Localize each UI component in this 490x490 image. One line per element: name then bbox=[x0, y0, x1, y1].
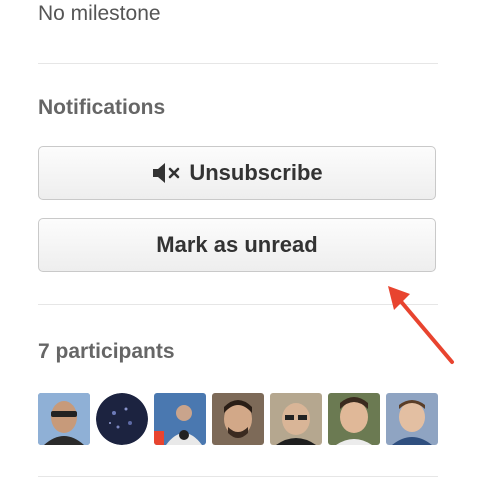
participant-avatar[interactable] bbox=[386, 393, 438, 445]
milestone-value: No milestone bbox=[38, 2, 161, 25]
divider bbox=[38, 476, 438, 477]
participant-avatar[interactable] bbox=[328, 393, 380, 445]
participants-avatars bbox=[38, 393, 438, 445]
issue-sidebar: No milestone Notifications Unsubscribe M… bbox=[0, 0, 490, 490]
annotation-arrow-icon bbox=[380, 280, 460, 375]
notifications-heading: Notifications bbox=[38, 96, 166, 119]
participants-heading: 7 participants bbox=[38, 340, 175, 363]
unsubscribe-label: Unsubscribe bbox=[189, 160, 323, 185]
participant-avatar[interactable] bbox=[154, 393, 206, 445]
participant-avatar[interactable] bbox=[38, 393, 90, 445]
mark-as-unread-label: Mark as unread bbox=[156, 232, 318, 257]
participant-avatar[interactable] bbox=[212, 393, 264, 445]
unsubscribe-button[interactable]: Unsubscribe bbox=[38, 146, 436, 200]
participant-avatar[interactable] bbox=[270, 393, 322, 445]
participant-avatar[interactable] bbox=[96, 393, 148, 445]
mute-icon bbox=[151, 162, 181, 184]
divider bbox=[38, 304, 438, 305]
divider bbox=[38, 63, 438, 64]
mark-as-unread-button[interactable]: Mark as unread bbox=[38, 218, 436, 272]
